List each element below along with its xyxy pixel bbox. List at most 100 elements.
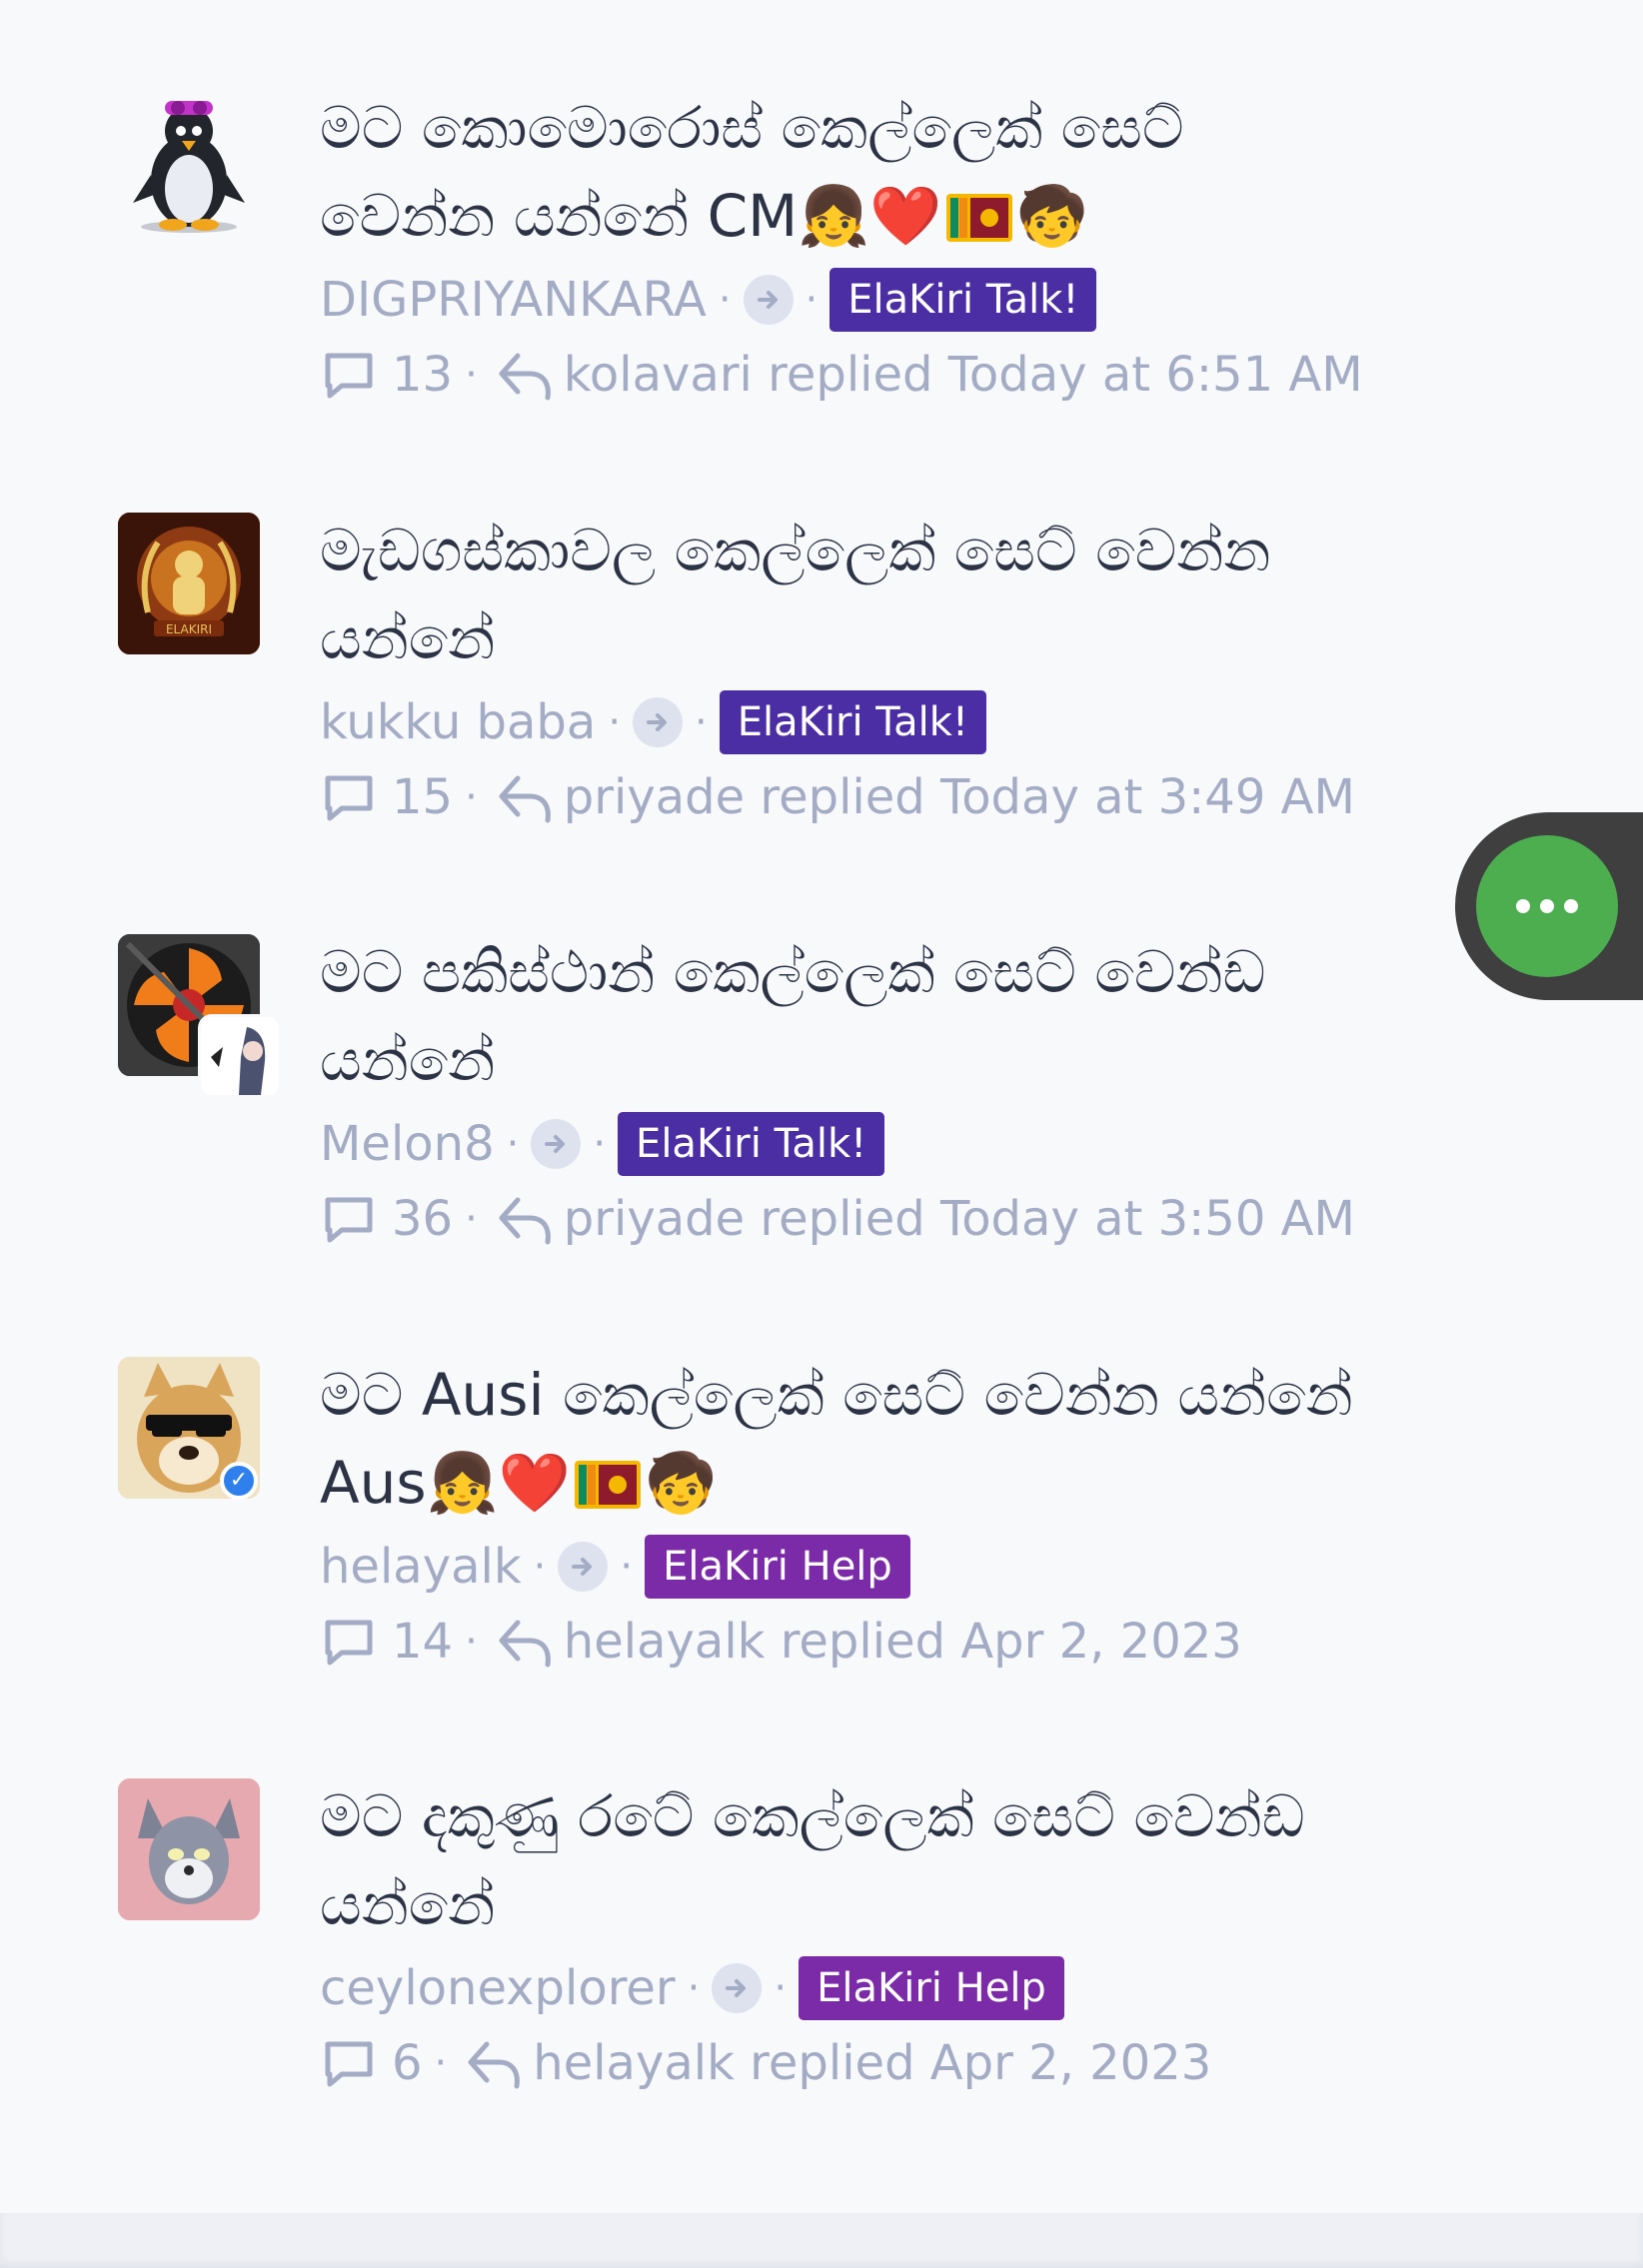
separator-dot: · — [774, 1965, 788, 2011]
penguin-avatar-icon — [133, 101, 245, 233]
thread-title-emoji: 🧒 — [1015, 182, 1088, 250]
author-link[interactable]: helayalk — [320, 1539, 522, 1595]
thread-title-line: යන්නේ — [320, 1870, 496, 1938]
thread-stats: 14 · helayalk replied Apr 2, 2023 — [320, 1607, 1242, 1677]
elakiri-logo-avatar-icon: ELAKIRI — [118, 513, 260, 654]
thread-title[interactable]: මැඩගස්කාවල කෙල්ලෙක් සෙට් වෙන්න යන්නේ — [320, 507, 1499, 682]
reply-count: 15 — [392, 769, 454, 825]
comment-icon — [325, 2041, 373, 2087]
separator-dot: · — [533, 1544, 547, 1590]
reply-icon — [468, 2041, 521, 2089]
arrow-right-icon[interactable] — [558, 1542, 609, 1592]
thread-title[interactable]: මට පකිස්ථාන් කෙල්ලෙක් සෙට් වෙන්ඩ යන්නේ — [320, 928, 1499, 1104]
arrow-right-icon[interactable] — [712, 1963, 763, 2013]
thread-title-line: මට කොමොරොස් කෙල්ලෙක් සෙට් — [320, 94, 1184, 162]
separator-dot: · — [465, 1619, 478, 1665]
thread-item[interactable]: මට පකිස්ථාන් කෙල්ලෙක් සෙට් වෙන්ඩ යන්නේ M… — [0, 844, 1643, 1264]
author-avatar[interactable] — [118, 95, 260, 237]
forum-badge[interactable]: ElaKiri Talk! — [618, 1112, 885, 1176]
thread-item[interactable]: මට දකුණු රටේ කෙල්ලෙක් සෙට් වෙන්ඩ යන්නේ c… — [0, 1689, 1643, 2108]
author-avatar[interactable]: ELAKIRI — [118, 513, 260, 654]
more-options-icon — [1564, 899, 1578, 913]
bottom-bar — [0, 2213, 1643, 2268]
thread-meta: helayalk · · ElaKiri Help — [320, 1534, 910, 1600]
forum-badge[interactable]: ElaKiri Help — [645, 1535, 910, 1599]
separator-dot: · — [434, 2040, 448, 2086]
comment-icon — [325, 353, 373, 399]
arrow-right-icon[interactable] — [531, 1119, 582, 1169]
thread-title-line: යන්නේ — [320, 604, 496, 672]
author-link[interactable]: DIGPRIYANKARA — [320, 272, 707, 328]
arrow-right-icon[interactable] — [633, 697, 684, 747]
arrow-right-icon[interactable] — [743, 275, 794, 325]
separator-dot: · — [620, 1544, 634, 1590]
separator-dot: · — [465, 1196, 478, 1242]
sri-lanka-flag-icon — [575, 1461, 642, 1509]
separator-dot: · — [465, 352, 478, 398]
anime-avatar-icon — [201, 1017, 279, 1095]
separator-dot: · — [608, 699, 622, 745]
thread-title-line: Aus👧❤️ 🧒 — [320, 1439, 1499, 1527]
thread-title-line: මැඩගස්කාවල කෙල්ලෙක් සෙට් වෙන්න — [320, 517, 1271, 584]
reply-icon — [499, 353, 551, 401]
last-reply-text[interactable]: kolavari replied Today at 6:51 AM — [564, 347, 1363, 403]
author-avatar[interactable] — [118, 1778, 260, 1920]
separator-dot: · — [687, 1965, 701, 2011]
reply-count: 36 — [392, 1191, 454, 1247]
thread-title-line: යන්නේ — [320, 1026, 496, 1094]
comment-icon — [325, 1197, 373, 1243]
thread-title-line: මට Ausi කෙල්ලෙක් සෙට් වෙන්න යන්නේ — [320, 1361, 1353, 1429]
sri-lanka-flag-icon — [945, 194, 1012, 242]
reply-icon — [499, 1620, 551, 1668]
last-reply-text[interactable]: priyade replied Today at 3:49 AM — [564, 769, 1355, 825]
thread-title-line: මට පකිස්ථාන් කෙල්ලෙක් සෙට් වෙන්ඩ — [320, 938, 1266, 1006]
separator-dot: · — [805, 277, 819, 323]
cat-avatar-icon — [118, 1778, 260, 1920]
separator-dot: · — [593, 1121, 607, 1167]
thread-stats: 6 · helayalk replied Apr 2, 2023 — [320, 2028, 1211, 2098]
thread-title-text: වෙන්න යන්නේ CM👧❤️ — [320, 182, 942, 250]
comment-icon — [325, 775, 373, 821]
last-reply-text[interactable]: helayalk replied Apr 2, 2023 — [564, 1614, 1242, 1670]
separator-dot: · — [506, 1121, 520, 1167]
reply-icon — [499, 775, 551, 823]
forum-badge[interactable]: ElaKiri Talk! — [829, 268, 1097, 332]
more-options-icon — [1516, 899, 1530, 913]
thread-title[interactable]: මට කොමොරොස් කෙල්ලෙක් සෙට් වෙන්න යන්නේ CM… — [320, 84, 1499, 260]
thread-meta: DIGPRIYANKARA · · ElaKiri Talk! — [320, 267, 1097, 333]
thread-title[interactable]: මට Ausi කෙල්ලෙක් සෙට් වෙන්න යන්නේ Aus👧❤️… — [320, 1351, 1499, 1527]
thread-meta: ceylonexplorer · · ElaKiri Help — [320, 1955, 1064, 2021]
comment-icon — [325, 1620, 373, 1666]
last-reply-text[interactable]: helayalk replied Apr 2, 2023 — [533, 2035, 1211, 2091]
more-options-icon — [1540, 899, 1554, 913]
separator-dot: · — [465, 774, 478, 820]
author-link[interactable]: Melon8 — [320, 1116, 495, 1172]
forum-badge[interactable]: ElaKiri Help — [799, 1956, 1064, 2020]
separator-dot: · — [695, 699, 708, 745]
separator-dot: · — [718, 277, 732, 323]
thread-title-text: Aus👧❤️ — [320, 1449, 572, 1517]
reply-count: 14 — [392, 1614, 454, 1670]
thread-title-emoji: 🧒 — [645, 1449, 718, 1517]
thread-stats: 13 · kolavari replied Today at 6:51 AM — [320, 340, 1363, 410]
verified-badge-icon: ✓ — [220, 1462, 258, 1500]
reply-count: 13 — [392, 347, 454, 403]
author-link[interactable]: ceylonexplorer — [320, 1960, 676, 2016]
more-options-button[interactable] — [1476, 835, 1618, 977]
author-link[interactable]: kukku baba — [320, 694, 596, 750]
thread-title[interactable]: මට දකුණු රටේ කෙල්ලෙක් සෙට් වෙන්ඩ යන්නේ — [320, 1772, 1499, 1948]
reply-icon — [499, 1197, 551, 1245]
thread-item[interactable]: මට කොමොරොස් කෙල්ලෙක් සෙට් වෙන්න යන්නේ CM… — [0, 0, 1643, 420]
reply-count: 6 — [392, 2035, 423, 2091]
thread-meta: Melon8 · · ElaKiri Talk! — [320, 1111, 885, 1177]
thread-item[interactable]: ELAKIRI මැඩගස්කාවල කෙල්ලෙක් සෙට් වෙන්න ය… — [0, 423, 1643, 842]
last-reply-text[interactable]: priyade replied Today at 3:50 AM — [564, 1191, 1355, 1247]
forum-badge[interactable]: ElaKiri Talk! — [719, 690, 986, 754]
thread-stats: 36 · priyade replied Today at 3:50 AM — [320, 1184, 1355, 1254]
thread-title-line: මට දකුණු රටේ කෙල්ලෙක් සෙට් වෙන්ඩ — [320, 1782, 1305, 1850]
thread-title-line: වෙන්න යන්නේ CM👧❤️ 🧒 — [320, 172, 1499, 260]
thread-item[interactable]: ✓ මට Ausi කෙල්ලෙක් සෙට් වෙන්න යන්නේ Aus👧… — [0, 1267, 1643, 1687]
thread-meta: kukku baba · · ElaKiri Talk! — [320, 689, 986, 755]
thread-stats: 15 · priyade replied Today at 3:49 AM — [320, 762, 1355, 832]
secondary-avatar — [198, 1014, 282, 1098]
